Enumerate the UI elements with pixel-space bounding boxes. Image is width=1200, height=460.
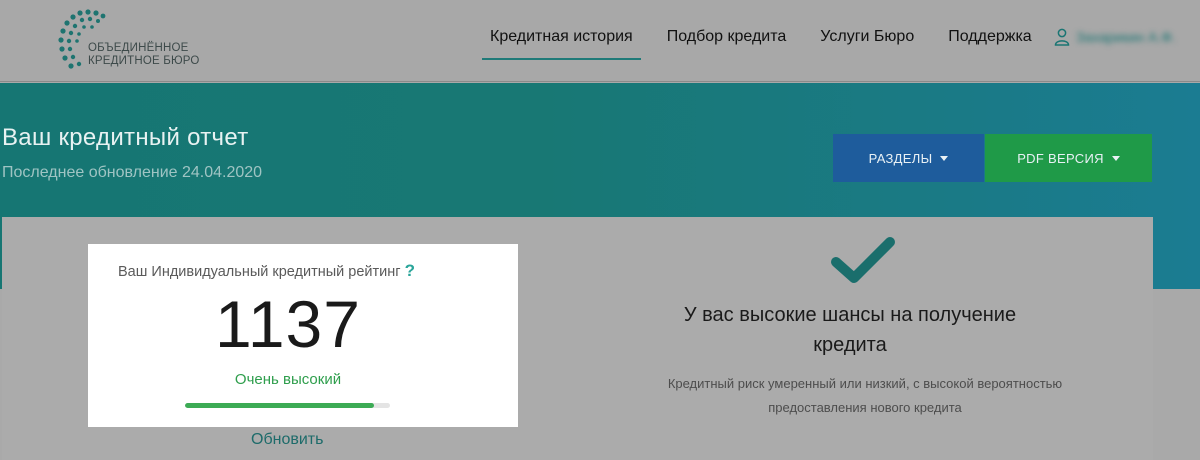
checkmark-icon (831, 237, 895, 283)
caret-down-icon (940, 156, 949, 161)
score-level: Очень высокий (234, 371, 342, 388)
score-progress-fill (185, 403, 374, 408)
page-title: Ваш кредитный отчет (2, 124, 249, 151)
sections-button[interactable]: РАЗДЕЛЫ (833, 134, 984, 182)
user-icon (1054, 28, 1070, 46)
help-icon[interactable]: ? (405, 261, 415, 280)
score-label-text: Ваш Индивидуальный кредитный рейтинг (118, 264, 401, 280)
top-bar: ОБЪЕДИНЁННОЕ КРЕДИТНОЕ БЮРО Кредитная ис… (0, 0, 1200, 82)
nav-credit-history[interactable]: Кредитная история (482, 28, 641, 60)
pdf-version-button[interactable]: PDF ВЕРСИЯ (985, 134, 1152, 182)
chances-title: У вас высокие шансы на получение кредита (683, 304, 1017, 356)
refresh-link[interactable]: Обновить (251, 431, 323, 449)
logo-text: ОБЪЕДИНЁННОЕ КРЕДИТНОЕ БЮРО (88, 42, 200, 68)
logo[interactable]: ОБЪЕДИНЁННОЕ КРЕДИТНОЕ БЮРО (56, 8, 199, 72)
logo-line-2: КРЕДИТНОЕ БЮРО (88, 55, 200, 67)
credit-score-card: Ваш Индивидуальный кредитный рейтинг? 11… (88, 244, 518, 427)
nav-support[interactable]: Поддержка (940, 28, 1039, 60)
score-label: Ваш Индивидуальный кредитный рейтинг? (118, 261, 415, 281)
caret-down-icon (1111, 156, 1120, 161)
main-nav: Кредитная история Подбор кредита Услуги … (482, 28, 1058, 60)
user-name: Захарикин А.Ф. (1076, 29, 1176, 45)
score-progress-bar (185, 403, 390, 408)
last-update: Последнее обновление 24.04.2020 (2, 164, 263, 181)
pdf-button-label: PDF ВЕРСИЯ (1017, 150, 1104, 166)
nav-credit-selection[interactable]: Подбор кредита (659, 28, 795, 60)
score-value: 1137 (215, 287, 361, 361)
nav-bureau-services[interactable]: Услуги Бюро (812, 28, 922, 60)
logo-line-1: ОБЪЕДИНЁННОЕ (88, 42, 189, 54)
user-menu[interactable]: Захарикин А.Ф. (1054, 28, 1176, 46)
sections-button-label: РАЗДЕЛЫ (868, 150, 933, 166)
chances-description: Кредитный риск умеренный или низкий, с в… (667, 376, 1063, 415)
